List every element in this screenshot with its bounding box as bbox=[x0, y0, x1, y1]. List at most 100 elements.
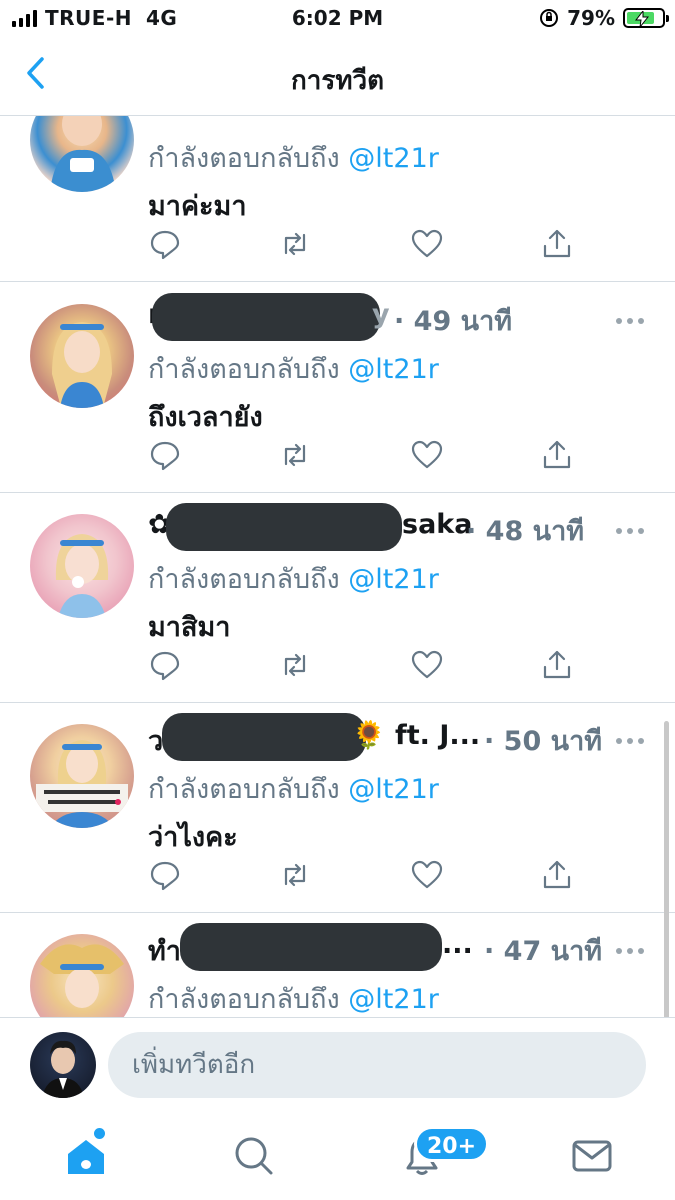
tweet[interactable]: ว 🌻 ft. J... · 50 นาที กำลังตอบกลับถึง @… bbox=[0, 703, 675, 913]
share-icon bbox=[543, 860, 571, 889]
like-button[interactable] bbox=[410, 648, 444, 682]
retweet-button[interactable] bbox=[278, 648, 312, 682]
heart-icon bbox=[411, 440, 443, 469]
replying-prefix: กำลังตอบกลับถึง bbox=[148, 354, 340, 385]
retweet-icon bbox=[284, 232, 306, 256]
tweet-text: ว่าไงคะ bbox=[148, 822, 238, 853]
reply-button[interactable] bbox=[148, 438, 182, 472]
more-options-icon[interactable] bbox=[615, 947, 645, 955]
share-button[interactable] bbox=[540, 858, 574, 892]
name-ellipsis: ... bbox=[442, 929, 473, 960]
redacted-name bbox=[180, 923, 442, 971]
replying-to: กำลังตอบกลับถึง @lt21r bbox=[148, 136, 439, 179]
tab-bar: 20+ bbox=[0, 1112, 675, 1200]
tweet-header: ทำ ... · 47 นาที bbox=[148, 923, 648, 971]
share-icon bbox=[543, 229, 571, 258]
retweet-button[interactable] bbox=[278, 438, 312, 472]
avatar[interactable] bbox=[30, 304, 134, 408]
mention-link[interactable]: @lt21r bbox=[348, 143, 439, 174]
reply-icon bbox=[150, 861, 180, 891]
reply-compose-bar: เพิ่มทวีตอีก bbox=[0, 1017, 675, 1112]
retweet-icon bbox=[284, 863, 306, 887]
more-options-icon[interactable] bbox=[615, 737, 645, 745]
share-button[interactable] bbox=[540, 648, 574, 682]
like-button[interactable] bbox=[410, 858, 444, 892]
add-tweet-input[interactable]: เพิ่มทวีตอีก bbox=[108, 1032, 646, 1098]
more-options-icon[interactable] bbox=[615, 317, 645, 325]
battery-icon bbox=[623, 8, 669, 28]
replying-to: กำลังตอบกลับถึง @lt21r bbox=[148, 557, 439, 600]
like-button[interactable] bbox=[410, 227, 444, 261]
tweet-text: ถึงเวลายัง bbox=[148, 402, 263, 433]
display-name: ว bbox=[148, 726, 164, 757]
tweet-header: ✿ saka · 48 นาที bbox=[148, 503, 648, 551]
mention-link[interactable]: @lt21r bbox=[348, 564, 439, 595]
tab-search[interactable] bbox=[232, 1134, 276, 1178]
avatar[interactable] bbox=[30, 724, 134, 828]
share-button[interactable] bbox=[540, 438, 574, 472]
status-bar-right: 79% bbox=[539, 6, 669, 30]
share-icon bbox=[543, 650, 571, 679]
tweet-time: · 50 นาที bbox=[484, 726, 603, 757]
battery-level bbox=[627, 11, 654, 27]
user-avatar[interactable] bbox=[30, 1032, 96, 1098]
scrollbar[interactable] bbox=[664, 721, 669, 1017]
mention-link[interactable]: @lt21r bbox=[348, 774, 439, 805]
replying-prefix: กำลังตอบกลับถึง bbox=[148, 143, 340, 174]
tweet[interactable]: r y · 49 นาที กำลังตอบกลับถึง @lt21r ถึง… bbox=[0, 283, 675, 493]
tweet-header: ว 🌻 ft. J... · 50 นาที bbox=[148, 713, 648, 761]
redacted-name bbox=[152, 293, 380, 341]
tweet-time: · 49 นาที bbox=[394, 306, 513, 337]
tweet[interactable]: ✿ saka · 48 นาที กำลังตอบกลับถึง @lt21r … bbox=[0, 493, 675, 703]
reply-button[interactable] bbox=[148, 858, 182, 892]
tweet-time: · 47 นาที bbox=[484, 936, 603, 967]
share-button[interactable] bbox=[540, 227, 574, 261]
tweet-actions bbox=[0, 438, 675, 478]
retweet-button[interactable] bbox=[278, 858, 312, 892]
reply-button[interactable] bbox=[148, 227, 182, 261]
share-icon bbox=[543, 440, 571, 469]
display-name-tail: y bbox=[372, 299, 390, 330]
reply-feed[interactable]: กำลังตอบกลับถึง @lt21r มาค่ะมา r y · 49 … bbox=[0, 116, 675, 1017]
mail-icon bbox=[572, 1140, 612, 1172]
tweet-actions bbox=[0, 227, 675, 267]
redacted-name bbox=[166, 503, 402, 551]
navigation-header: การทวีต bbox=[0, 38, 675, 116]
notification-badge: 20+ bbox=[414, 1126, 490, 1162]
avatar[interactable] bbox=[30, 934, 134, 1017]
redacted-name bbox=[162, 713, 366, 761]
heart-icon bbox=[411, 229, 443, 258]
tweet-header bbox=[148, 116, 648, 126]
heart-icon bbox=[411, 650, 443, 679]
tweet[interactable]: ทำ ... · 47 นาที กำลังตอบกลับถึง @lt21r bbox=[0, 913, 675, 1017]
retweet-button[interactable] bbox=[278, 227, 312, 261]
replying-prefix: กำลังตอบกลับถึง bbox=[148, 564, 340, 595]
tweet[interactable]: กำลังตอบกลับถึง @lt21r มาค่ะมา bbox=[0, 116, 675, 282]
charging-bolt-icon bbox=[635, 11, 649, 27]
tweet-actions bbox=[0, 648, 675, 688]
search-icon bbox=[235, 1137, 273, 1175]
avatar[interactable] bbox=[30, 514, 134, 618]
display-name-tail: 🌻 ft. J... bbox=[352, 720, 481, 751]
display-name: ทำ bbox=[148, 936, 181, 967]
tweet-actions bbox=[0, 858, 675, 898]
tab-messages[interactable] bbox=[570, 1134, 614, 1178]
display-name-tail: saka bbox=[402, 509, 473, 540]
battery-percent: 79% bbox=[567, 6, 615, 30]
tab-home[interactable] bbox=[64, 1134, 108, 1178]
reply-button[interactable] bbox=[148, 648, 182, 682]
heart-icon bbox=[411, 860, 443, 889]
replying-prefix: กำลังตอบกลับถึง bbox=[148, 774, 340, 805]
mention-link[interactable]: @lt21r bbox=[348, 984, 439, 1015]
tweet-text: มาสิมา bbox=[148, 612, 231, 643]
more-options-icon[interactable] bbox=[615, 527, 645, 535]
replying-to: กำลังตอบกลับถึง @lt21r bbox=[148, 767, 439, 810]
like-button[interactable] bbox=[410, 438, 444, 472]
avatar[interactable] bbox=[30, 116, 134, 192]
page-title: การทวีต bbox=[291, 66, 384, 96]
mention-link[interactable]: @lt21r bbox=[348, 354, 439, 385]
reply-icon bbox=[150, 230, 180, 260]
retweet-icon bbox=[284, 443, 306, 467]
rotation-lock-icon bbox=[540, 9, 559, 27]
replying-to: กำลังตอบกลับถึง @lt21r bbox=[148, 977, 439, 1017]
